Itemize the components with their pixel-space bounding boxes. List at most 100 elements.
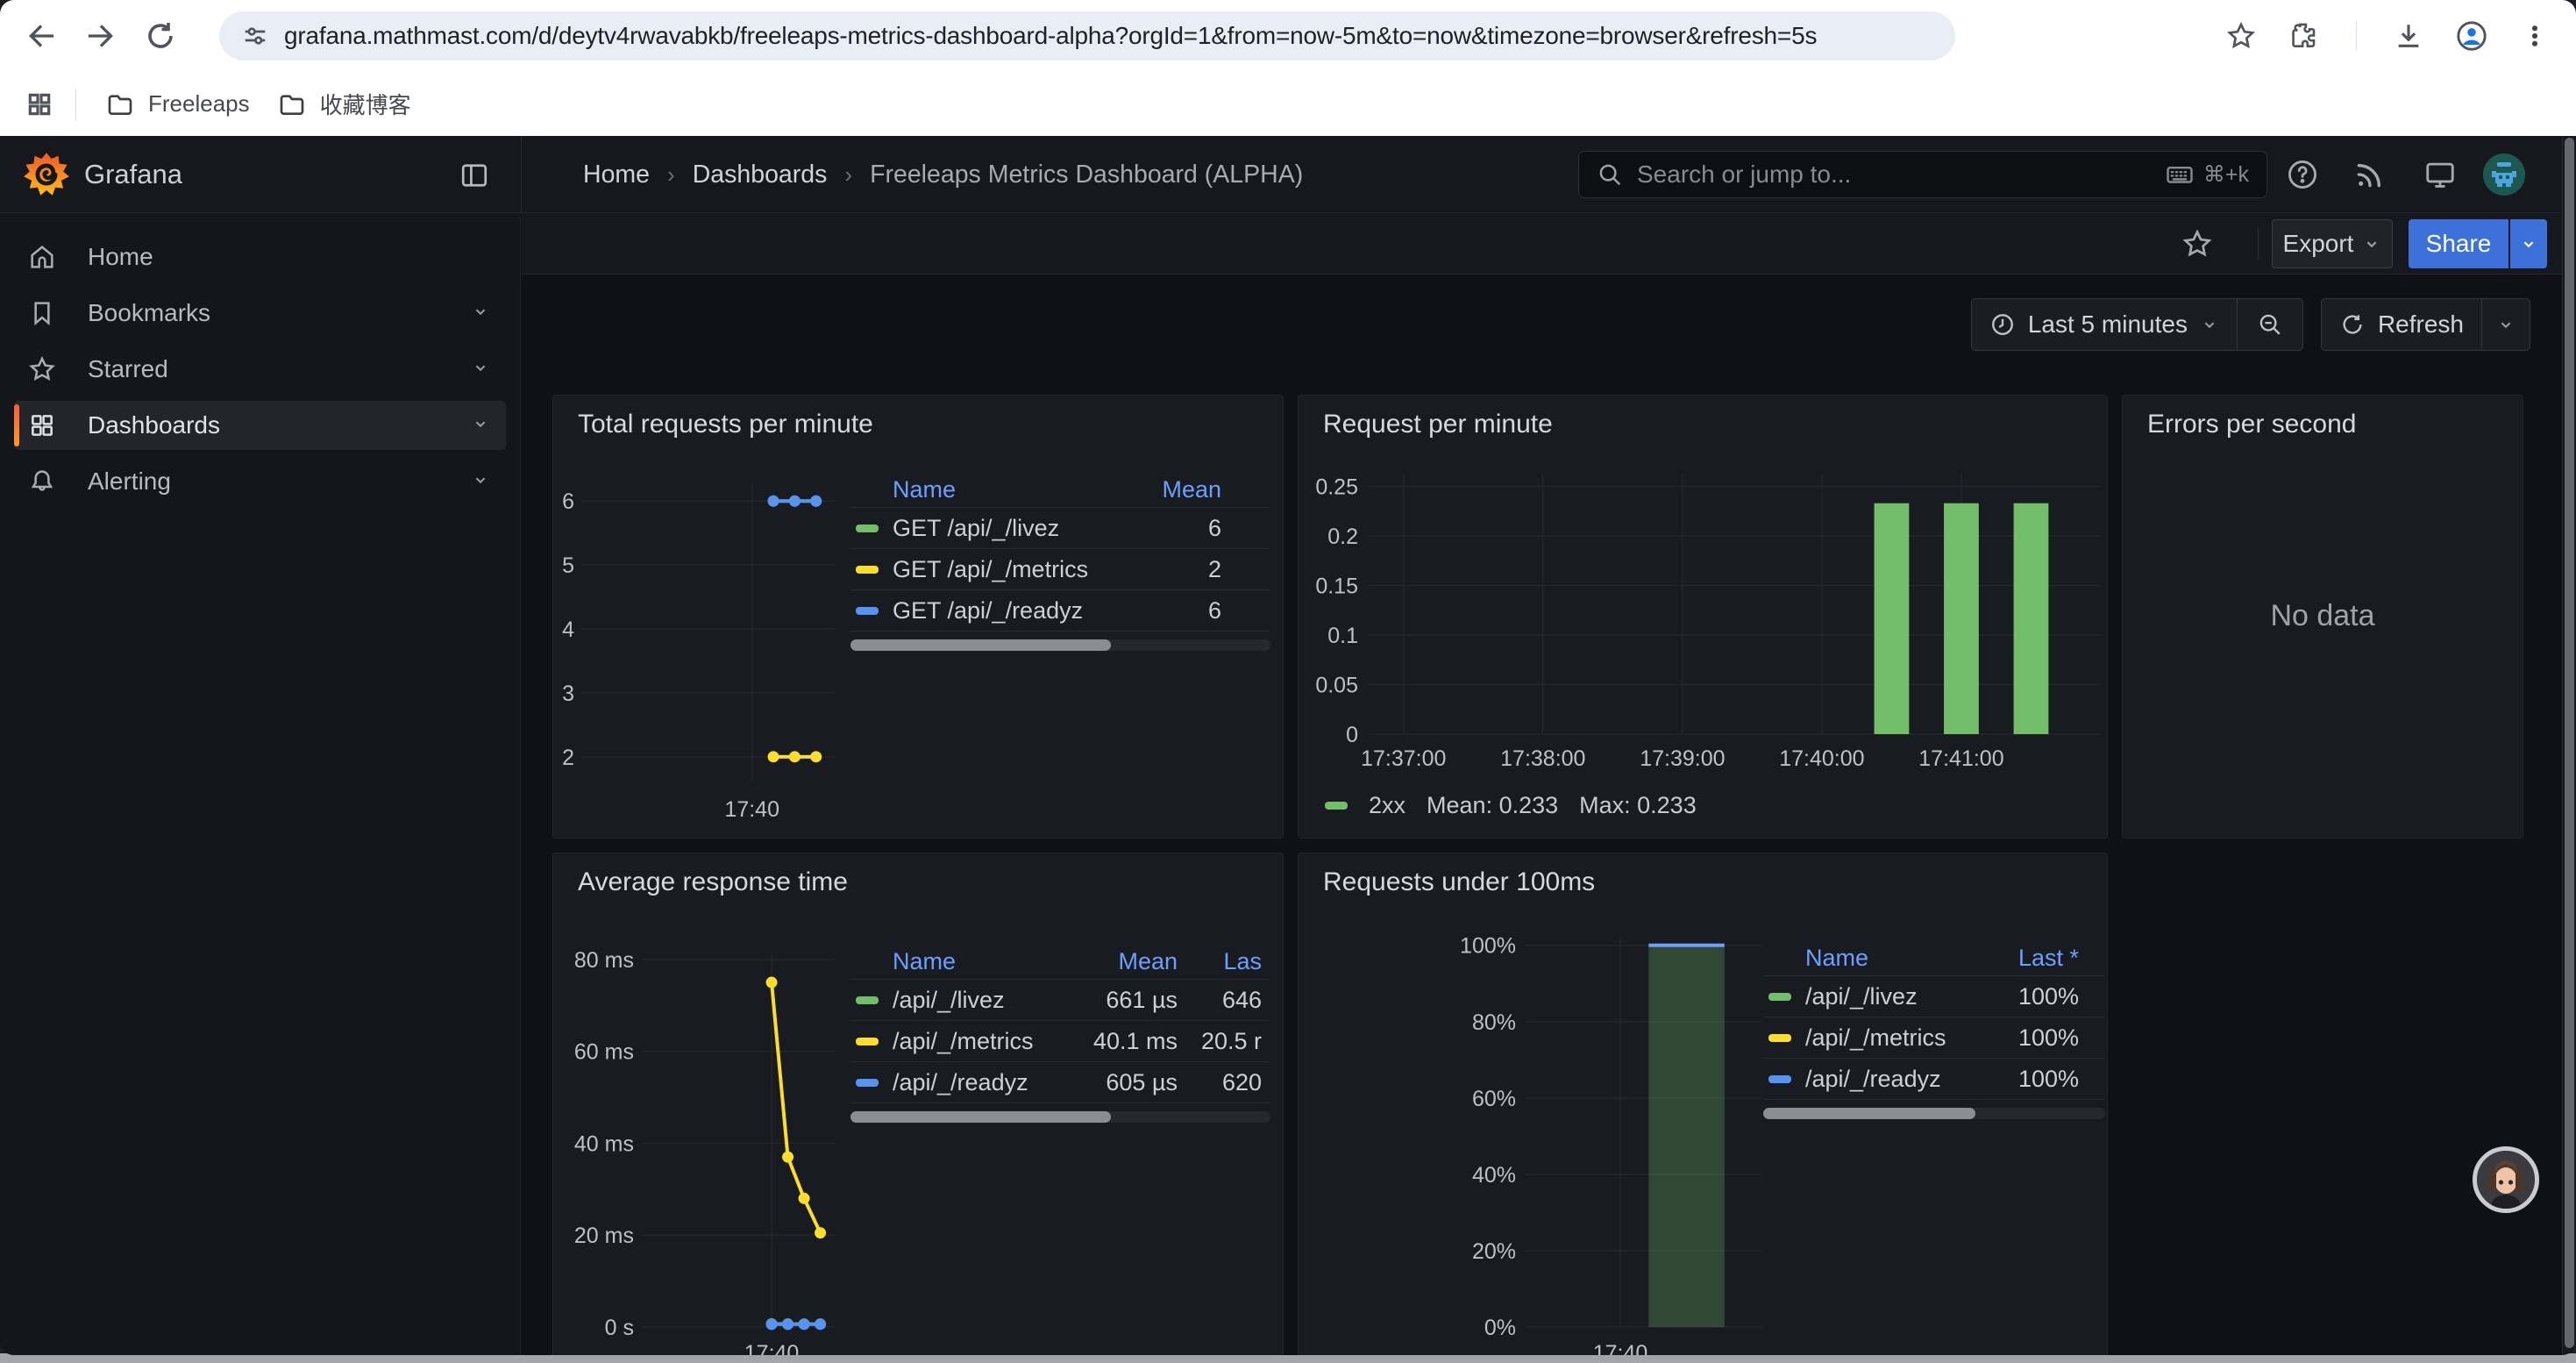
column-header[interactable]: Name — [850, 948, 1055, 975]
series-swatch — [1768, 993, 1791, 1001]
legend-table-row[interactable]: /api/_/readyz605 µs620 — [850, 1062, 1270, 1103]
url-bar[interactable]: grafana.mathmast.com/d/deytv4rwavabkb/fr… — [219, 11, 1955, 61]
svg-text:0.25: 0.25 — [1315, 475, 1358, 500]
time-range-group: Last 5 minutes — [1971, 298, 2303, 351]
column-header[interactable]: Name — [1763, 945, 2000, 972]
legend-scrollbar[interactable] — [850, 1111, 1270, 1123]
favorite-star-icon[interactable] — [2181, 228, 2213, 260]
panel-title[interactable]: Total requests per minute — [578, 410, 873, 439]
help-icon[interactable] — [2286, 158, 2319, 191]
legend-scrollbar-thumb — [1763, 1108, 1975, 1119]
grafana-logo-icon[interactable] — [23, 151, 70, 203]
refresh-interval-dropdown[interactable] — [2482, 299, 2530, 350]
sidebar-item-home[interactable]: Home — [14, 232, 506, 282]
news-rss-icon[interactable] — [2353, 158, 2387, 191]
assistant-avatar[interactable] — [2473, 1146, 2539, 1213]
legend-scrollbar[interactable] — [850, 639, 1270, 651]
chevron-down-icon[interactable] — [471, 414, 494, 437]
svg-text:0.2: 0.2 — [1327, 525, 1358, 549]
downloads-icon[interactable] — [2388, 16, 2429, 56]
keyboard-icon — [2165, 160, 2195, 189]
column-header[interactable]: Las — [1186, 948, 1270, 975]
legend-table-row[interactable]: /api/_/livez100% — [1763, 976, 2105, 1017]
column-header[interactable]: Last * — [2000, 945, 2105, 972]
legend-table-row[interactable]: GET /api/_/readyz6 — [850, 590, 1270, 632]
extensions-icon[interactable] — [2284, 16, 2324, 56]
svg-text:17:40:00: 17:40:00 — [1779, 746, 1864, 771]
folder-icon — [278, 90, 306, 118]
chevron-down-icon[interactable] — [471, 358, 494, 381]
share-dropdown-button[interactable] — [2510, 219, 2547, 268]
legend-table-row[interactable]: /api/_/livez661 µs646 — [850, 980, 1270, 1021]
series-swatch — [856, 566, 879, 574]
sidebar-item-dashboards[interactable]: Dashboards — [14, 401, 506, 450]
apps-grid-icon[interactable] — [19, 84, 60, 125]
panel-title[interactable]: Requests under 100ms — [1323, 867, 1595, 897]
chevron-down-icon[interactable] — [471, 470, 494, 493]
sidebar-item-starred[interactable]: Starred — [14, 345, 506, 394]
user-avatar[interactable] — [2483, 153, 2525, 196]
share-button[interactable]: Share — [2409, 219, 2508, 268]
sidebar-item-alerting[interactable]: Alerting — [14, 457, 506, 506]
breadcrumb-home[interactable]: Home — [583, 161, 650, 189]
brand-title[interactable]: Grafana — [84, 136, 182, 213]
svg-text:17:41:00: 17:41:00 — [1918, 746, 2003, 771]
legend-table-row[interactable]: GET /api/_/metrics2 — [850, 549, 1270, 590]
total-requests-chart[interactable]: 6543217:40 — [560, 471, 858, 839]
panel-request-per-minute: Request per minute 00.050.10.150.20.2517… — [1298, 395, 2108, 838]
svg-text:17:39:00: 17:39:00 — [1640, 746, 1725, 771]
sidebar-item-bookmarks[interactable]: Bookmarks — [14, 289, 506, 338]
chevron-down-icon[interactable] — [471, 302, 494, 325]
svg-text:2: 2 — [562, 746, 574, 770]
panel-requests-under-100ms: Requests under 100ms 100%80%60%40%20%0%1… — [1298, 853, 2108, 1355]
reload-button[interactable] — [140, 16, 181, 56]
svg-text:17:38:00: 17:38:00 — [1500, 746, 1585, 771]
grafana-app: Grafana Home › Dashboards › Freeleaps Me… — [0, 136, 2576, 1355]
average-response-chart[interactable]: 80 ms60 ms40 ms20 ms0 s17:40 — [560, 932, 858, 1355]
page-scrollbar[interactable] — [2562, 136, 2576, 1355]
column-header[interactable]: Name — [850, 476, 1121, 503]
legend-scrollbar[interactable] — [1763, 1108, 2105, 1119]
scrollbar-thumb[interactable] — [2565, 138, 2574, 1348]
time-controls: Last 5 minutes Refresh — [1971, 298, 2530, 351]
svg-text:0.15: 0.15 — [1315, 574, 1358, 599]
legend-table: NameMeanLas/api/_/livez661 µs646/api/_/m… — [850, 945, 1270, 1123]
breadcrumb-dashboards[interactable]: Dashboards — [693, 161, 828, 189]
legend-table-row[interactable]: /api/_/readyz100% — [1763, 1059, 2105, 1100]
browser-menu-icon[interactable] — [2515, 16, 2555, 56]
column-header[interactable]: Mean — [1055, 948, 1186, 975]
search-placeholder: Search or jump to... — [1637, 161, 2151, 189]
time-range-picker[interactable]: Last 5 minutes — [1972, 299, 2237, 350]
legend-scrollbar-thumb — [850, 639, 1111, 651]
request-per-minute-chart[interactable]: 00.050.10.150.20.2517:37:0017:38:0017:39… — [1299, 448, 2109, 834]
bookmark-folder-blogs[interactable]: 收藏博客 — [264, 81, 425, 127]
refresh-button[interactable]: Refresh — [2322, 299, 2481, 350]
bookmark-star-icon[interactable] — [2221, 16, 2261, 56]
panel-title[interactable]: Average response time — [578, 867, 848, 897]
chart-legend[interactable]: 2xx Mean: 0.233 Max: 0.233 — [1325, 792, 1697, 819]
zoom-out-button[interactable] — [2238, 299, 2302, 350]
panel-title[interactable]: Request per minute — [1323, 410, 1553, 439]
profile-icon[interactable] — [2451, 16, 2492, 56]
sidebar-toggle-icon[interactable] — [459, 160, 490, 191]
export-button[interactable]: Export — [2272, 219, 2393, 268]
sidebar-item-label: Home — [88, 243, 153, 271]
dashboards-grid-icon — [28, 411, 56, 439]
tv-kiosk-icon[interactable] — [2423, 158, 2457, 191]
legend-table-row[interactable]: GET /api/_/livez6 — [850, 508, 1270, 549]
zoom-out-icon — [2257, 311, 2283, 338]
svg-text:20 ms: 20 ms — [574, 1224, 634, 1248]
forward-button[interactable] — [81, 16, 121, 56]
column-header[interactable]: Mean — [1121, 476, 1270, 503]
back-button[interactable] — [21, 16, 61, 56]
search-input[interactable]: Search or jump to... ⌘+k — [1578, 151, 2267, 198]
legend-table-row[interactable]: /api/_/metrics40.1 ms20.5 r — [850, 1021, 1270, 1062]
legend-table-row[interactable]: /api/_/metrics100% — [1763, 1017, 2105, 1059]
bookmark-folder-freeleaps[interactable]: Freeleaps — [92, 83, 264, 125]
refresh-icon — [2339, 311, 2366, 338]
panel-title[interactable]: Errors per second — [2147, 410, 2356, 439]
bookmark-folder-label: 收藏博客 — [320, 88, 411, 120]
site-settings-icon[interactable] — [242, 23, 268, 49]
under-100ms-chart[interactable]: 100%80%60%40%20%0%17:40 — [1299, 932, 1790, 1355]
series-swatch — [856, 1038, 879, 1045]
